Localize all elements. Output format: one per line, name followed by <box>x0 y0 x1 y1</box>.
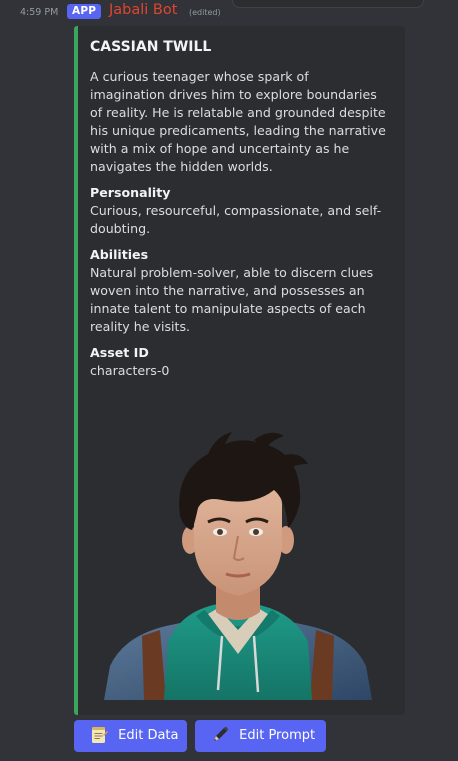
edit-data-button[interactable]: Edit Data <box>74 720 187 752</box>
edit-prompt-button[interactable]: Edit Prompt <box>195 720 326 752</box>
embed-content: CASSIAN TWILL A curious teenager whose s… <box>90 38 386 388</box>
field-value: Curious, resourceful, compassionate, and… <box>90 203 382 236</box>
message-timestamp: 4:59 PM <box>20 7 59 18</box>
character-embed: CASSIAN TWILL A curious teenager whose s… <box>74 26 405 715</box>
embed-field-abilities: Abilities Natural problem-solver, able t… <box>90 246 386 336</box>
pen-icon <box>214 726 229 741</box>
embed-title: CASSIAN TWILL <box>90 39 212 55</box>
field-name: Asset ID <box>90 345 149 360</box>
field-name: Personality <box>90 185 171 200</box>
memo-icon <box>92 727 108 743</box>
app-badge: APP <box>67 4 102 19</box>
character-portrait-image[interactable] <box>104 430 372 700</box>
field-value: Natural problem-solver, able to discern … <box>90 265 374 334</box>
embed-field-personality: Personality Curious, resourceful, compas… <box>90 184 386 238</box>
edited-label: (edited) <box>189 8 221 17</box>
embed-field-asset-id: Asset ID characters-0 <box>90 344 386 380</box>
discord-message-view: 4:59 PM APP Jabali Bot (edited) CASSIAN … <box>0 0 458 761</box>
embed-description: A curious teenager whose spark of imagin… <box>90 69 386 174</box>
message-header: 4:59 PM APP Jabali Bot (edited) <box>0 0 458 24</box>
author-name[interactable]: Jabali Bot <box>109 2 177 18</box>
field-name: Abilities <box>90 247 149 262</box>
action-buttons: Edit Data Edit Prompt <box>74 720 454 752</box>
edit-prompt-label: Edit Prompt <box>239 728 316 743</box>
edit-data-label: Edit Data <box>118 728 179 743</box>
field-value: characters-0 <box>90 363 170 378</box>
